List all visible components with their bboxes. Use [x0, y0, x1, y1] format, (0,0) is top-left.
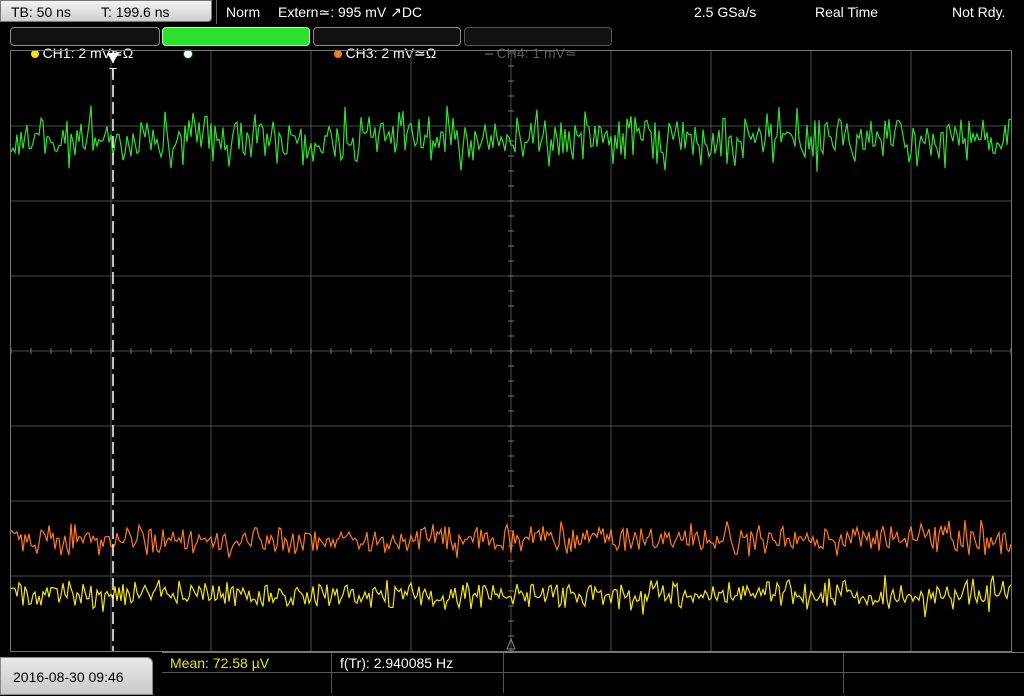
measurement-table: [162, 652, 1024, 696]
measurement-cell: [504, 673, 844, 693]
measurement-cell: [162, 673, 332, 693]
channel-tab-ch4[interactable]: CH4: 1 mV≃: [464, 27, 612, 61]
measurement-cell: [332, 673, 504, 693]
run-state: Not Rdy.: [952, 4, 1006, 20]
channel-tab-ch3[interactable]: CH3: 2 mV≃Ω: [313, 27, 461, 61]
waveform-display[interactable]: T: [10, 50, 1012, 652]
measurement-cell: [844, 673, 1024, 693]
channel-tabs: CH1: 2 mV≃Ω CH2: 1 mV≃Ω CH3: 2 mV≃Ω CH4:…: [0, 25, 1024, 61]
status-bar: TB: 50 ns T: 199.6 ns Norm Extern≃: 995 …: [0, 0, 1024, 24]
graticule: [11, 51, 1011, 651]
measurement-cell: [504, 653, 844, 673]
channel-tab-ch2[interactable]: CH2: 1 mV≃Ω: [162, 27, 310, 61]
timebase-box[interactable]: TB: 50 ns T: 199.6 ns: [0, 0, 212, 22]
sample-rate: 2.5 GSa/s: [694, 4, 757, 20]
channel-tab-ch1[interactable]: CH1: 2 mV≃Ω: [10, 27, 160, 61]
trigger-marker-label: T: [109, 65, 117, 80]
trigger-mode[interactable]: Norm: [226, 3, 260, 21]
waveform-area: T: [11, 51, 1011, 651]
trigger-arrow-icon: [107, 53, 119, 63]
datetime: 2016-08-30 09:46: [0, 657, 153, 695]
divider: [216, 0, 217, 24]
frequency-measurement[interactable]: f(Tr): 2.940085 Hz: [340, 655, 453, 671]
acquisition-mode[interactable]: Real Time: [815, 3, 878, 21]
timebase-label: TB: 50 ns: [11, 4, 71, 20]
measurement-cell: [844, 653, 1024, 673]
mean-measurement[interactable]: Mean: 72.58 µV: [170, 655, 269, 671]
trigger-time-label: T: 199.6 ns: [101, 4, 170, 20]
trigger-source[interactable]: Extern≃: 995 mV ↗DC: [278, 3, 422, 21]
